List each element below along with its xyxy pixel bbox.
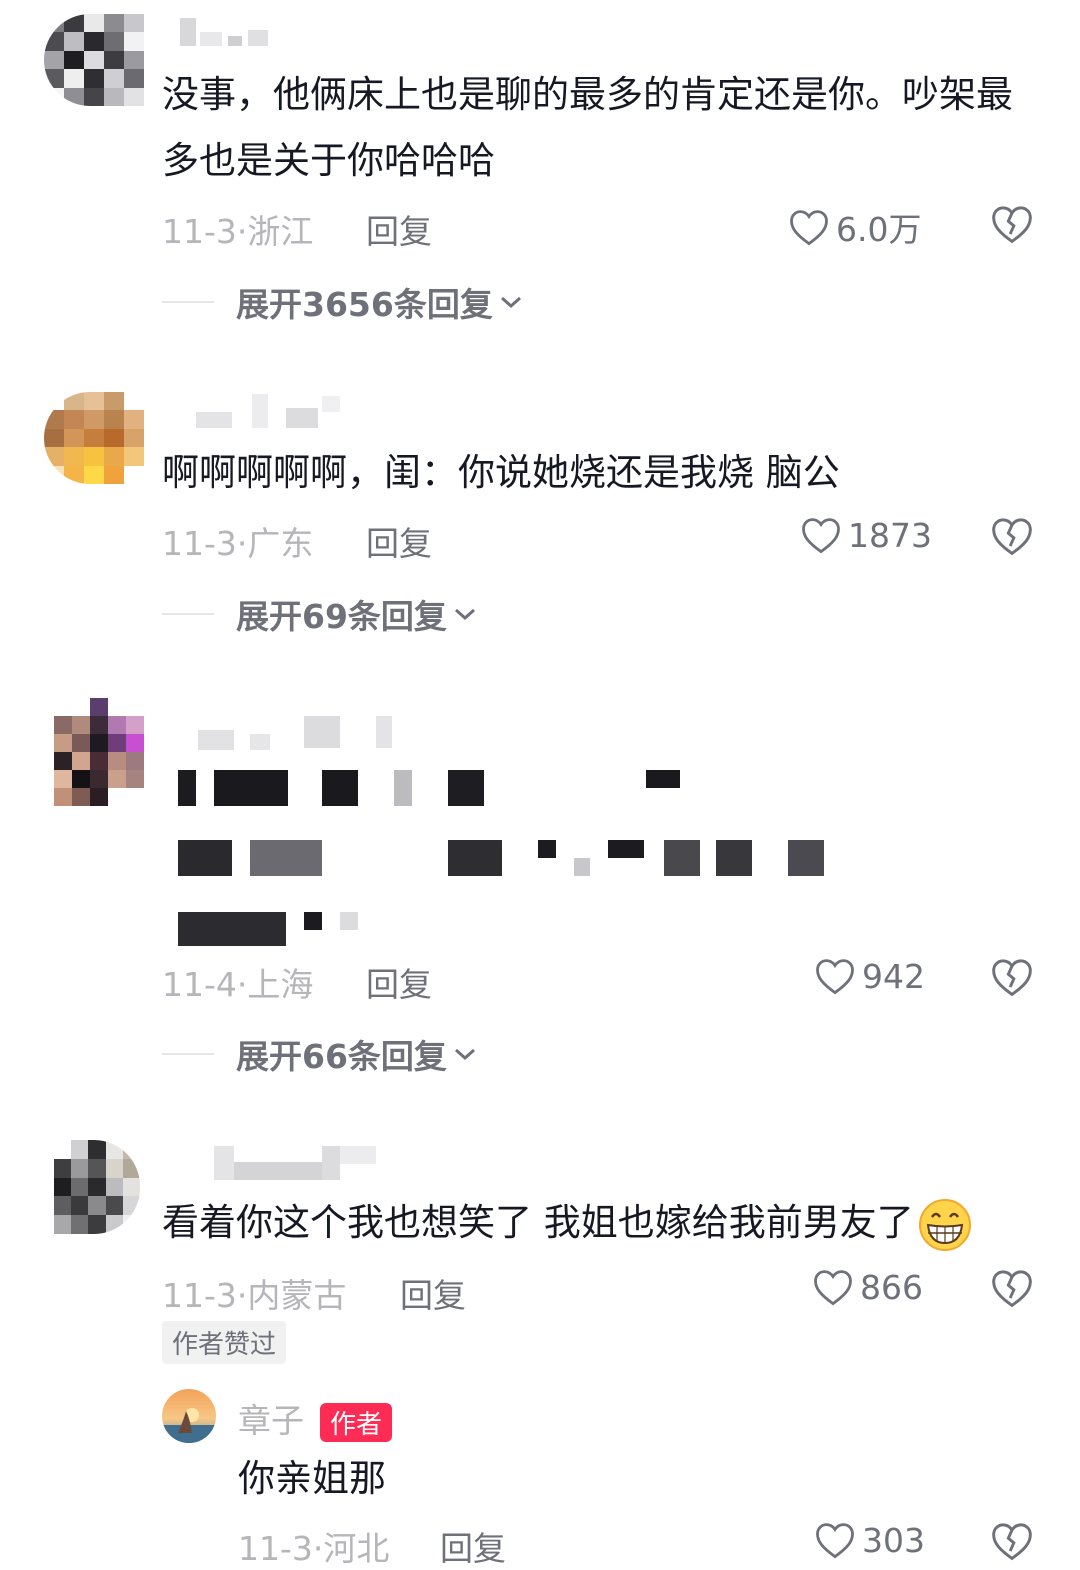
comment-text: 看着你这个我也想笑了 我姐也嫁给我前男友了 (162, 1190, 1052, 1256)
divider (162, 1053, 214, 1055)
like-button[interactable]: 303 (814, 1520, 925, 1560)
reply-text: 你亲姐那 (238, 1457, 386, 1500)
like-button[interactable]: 866 (812, 1267, 923, 1307)
author-username[interactable]: 章子 (238, 1401, 304, 1440)
author-avatar[interactable] (162, 1389, 216, 1443)
avatar[interactable] (54, 1140, 140, 1234)
author-name-row: 章子 作者 (238, 1394, 393, 1442)
expand-replies[interactable]: 展开66条回复 (162, 1030, 477, 1078)
dislike-button[interactable] (990, 956, 1034, 998)
comment-meta: 11-3·内蒙古 (162, 1276, 347, 1315)
dislike-button[interactable] (990, 1267, 1034, 1309)
heart-icon (814, 1270, 852, 1306)
comment-location: 内蒙古 (247, 1276, 347, 1315)
reply-button[interactable]: 回复 (366, 958, 432, 1006)
reply-button[interactable]: 回复 (400, 1269, 466, 1317)
comment-text-body: 看着你这个我也想笑了 我姐也嫁给我前男友了 (162, 1201, 914, 1244)
comment-location: 上海 (247, 965, 314, 1004)
dislike-button[interactable] (990, 1520, 1034, 1562)
like-count: 866 (860, 1267, 923, 1307)
like-count: 303 (862, 1520, 925, 1560)
heart-icon (816, 959, 854, 995)
grinning-emoji-icon (918, 1198, 971, 1251)
broken-heart-icon (992, 1270, 1032, 1308)
comment-date: 11-3 (162, 1276, 237, 1315)
author-liked-badge: 作者赞过 (162, 1321, 287, 1364)
broken-heart-icon (992, 1523, 1032, 1561)
heart-icon (816, 1523, 854, 1559)
chevron-down-icon (454, 1048, 475, 1061)
reply-meta: 11-3·河北 (238, 1529, 390, 1568)
reply-location: 河北 (323, 1529, 390, 1568)
username-blurred[interactable] (214, 1144, 378, 1184)
reply-date: 11-3 (238, 1529, 313, 1568)
like-count: 942 (862, 956, 925, 996)
expand-label: 展开66条回复 (236, 1037, 447, 1076)
comment-meta: 11-4·上海 (162, 965, 314, 1004)
comment-text-pixelated (0, 0, 1080, 960)
sunset-avatar-image (162, 1389, 216, 1443)
author-tag-badge: 作者 (320, 1403, 393, 1442)
reply-button[interactable]: 回复 (440, 1522, 506, 1570)
broken-heart-icon (992, 959, 1032, 997)
like-button[interactable]: 942 (814, 956, 925, 996)
comment-date: 11-4 (162, 965, 237, 1004)
